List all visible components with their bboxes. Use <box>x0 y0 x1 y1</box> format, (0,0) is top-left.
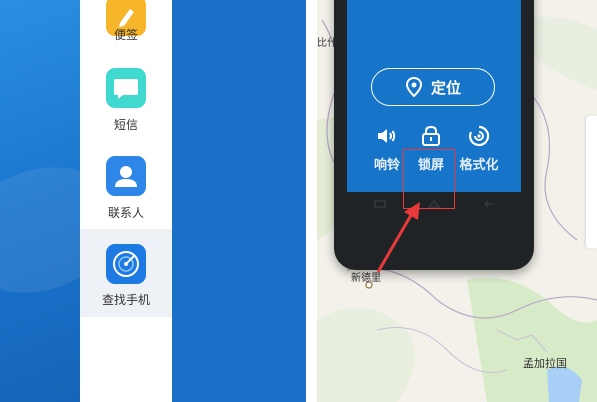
sidebar-item-label: 查找手机 <box>101 293 150 307</box>
content-panel <box>172 0 306 402</box>
radar-icon <box>106 244 146 284</box>
locate-button[interactable]: 定位 <box>371 68 495 106</box>
sidebar-item-contacts[interactable]: 联系人 <box>80 150 172 238</box>
format-label: 格式化 <box>459 158 499 173</box>
map-label-bangladesh: 孟加拉国 <box>523 357 567 370</box>
sidebar-item-label: 便签 <box>113 28 138 42</box>
format-icon <box>468 125 490 147</box>
sidebar: 便签 短信 联系人 查找手机 <box>80 0 172 402</box>
format-button[interactable]: 格式化 <box>451 122 507 180</box>
speaker-icon <box>378 129 396 143</box>
sidebar-item-sms[interactable]: 短信 <box>80 62 172 150</box>
chat-bubble-icon <box>106 68 146 108</box>
pointer-arrow-icon <box>376 202 420 273</box>
sidebar-item-label: 短信 <box>113 118 138 132</box>
info-card <box>586 116 597 248</box>
sidebar-item-notes[interactable]: 便签 <box>80 0 172 68</box>
lock-icon <box>422 125 440 146</box>
locate-label: 定位 <box>430 78 461 97</box>
person-icon <box>106 156 146 196</box>
phone-mockup: 定位 响铃 锁屏 格式化 <box>334 0 534 270</box>
sidebar-item-find-phone[interactable]: 查找手机 <box>80 229 172 317</box>
desktop-background <box>0 0 80 402</box>
sidebar-item-label: 联系人 <box>107 206 144 220</box>
divider <box>306 0 317 402</box>
location-pin-icon <box>405 77 422 97</box>
